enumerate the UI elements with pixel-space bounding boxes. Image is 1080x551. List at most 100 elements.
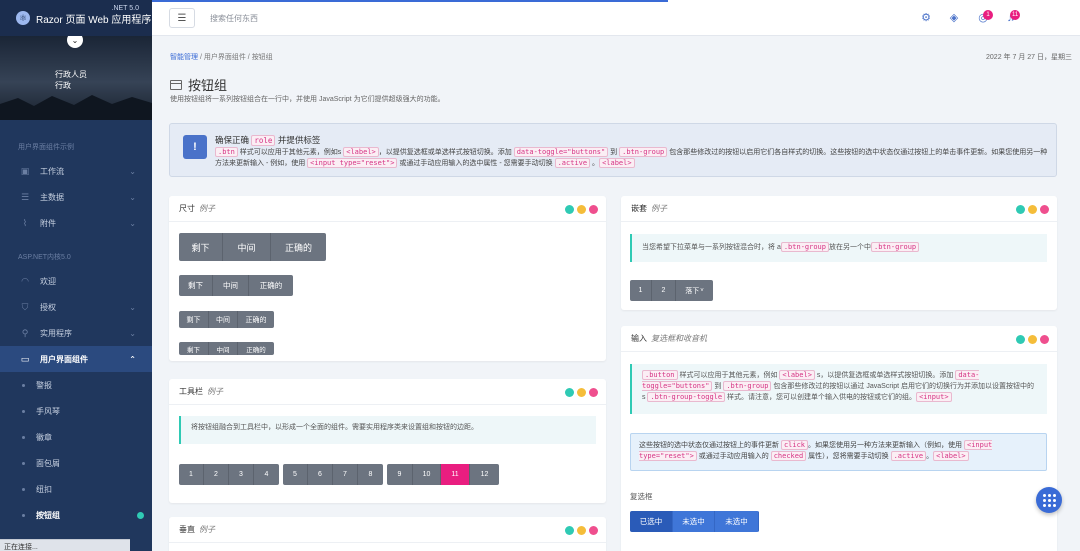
left-button[interactable]: 剩下 xyxy=(179,233,223,261)
sidebar-subitem-alerts[interactable]: 警报 xyxy=(0,372,152,398)
middle-button[interactable]: 中间 xyxy=(209,311,238,328)
sidebar-subitem-buttons[interactable]: 纽扣 xyxy=(0,476,152,502)
search-input[interactable] xyxy=(210,9,430,27)
toolbar-button-11-active[interactable]: 11 xyxy=(441,464,470,485)
text-segment: 这些按钮的选中状态仅通过按钮上的事件更新 xyxy=(639,442,781,449)
sidebar: ⚛ Razor 页面 Web 应用程序 .NET 5.0 ⌄ 行政人员 行政 用… xyxy=(0,0,152,551)
sidebar-subitem-accordion[interactable]: 手风琴 xyxy=(0,398,152,424)
inline-code: click xyxy=(780,440,809,450)
close-control[interactable] xyxy=(589,388,598,397)
collapse-control[interactable] xyxy=(565,388,574,397)
middle-button[interactable]: 中间 xyxy=(213,275,249,296)
toolbar-button-4[interactable]: 4 xyxy=(254,464,279,485)
app-version: .NET 5.0 xyxy=(111,5,140,12)
sidebar-item-utilities[interactable]: ⚲ 实用程序 ⌄ xyxy=(0,320,152,346)
inline-code: .active xyxy=(890,451,927,461)
sidebar-item-ui-components[interactable]: ▭ 用户界面组件 ⌃ xyxy=(0,346,152,372)
breadcrumb-link-smart-admin[interactable]: 智能管理 xyxy=(170,54,198,61)
breadcrumb-link-ui-components[interactable]: 用户界面组件 xyxy=(204,54,246,61)
checkbox-unchecked-button[interactable]: 未选中 xyxy=(673,511,715,532)
sidebar-item-attachments[interactable]: ⌇ 附件 ⌄ xyxy=(0,210,152,236)
paperclip-icon: ⌇ xyxy=(22,217,28,228)
sidebar-subitem-badges[interactable]: 徽章 xyxy=(0,424,152,450)
toolbar-button-1[interactable]: 1 xyxy=(179,464,204,485)
fullscreen-control[interactable] xyxy=(577,388,586,397)
close-control[interactable] xyxy=(1040,205,1049,214)
shield-icon: ⛉ xyxy=(21,301,29,312)
profile-toggle-chevron-icon[interactable]: ⌄ xyxy=(67,36,83,48)
toolbar-button-6[interactable]: 6 xyxy=(308,464,333,485)
info-title: 确保正确 role 并提供标签 xyxy=(215,134,320,146)
breadcrumb-current: 按钮组 xyxy=(251,54,273,61)
inline-code: .btn xyxy=(215,147,238,157)
toolbar-button-3[interactable]: 3 xyxy=(229,464,254,485)
checkbox-unchecked-button[interactable]: 未选中 xyxy=(715,511,759,532)
nested-button-2[interactable]: 2 xyxy=(652,280,676,301)
card-sizes: 尺寸 例子 剩下 中间 正确的 剩下 中间 正确的 剩下 中间 正确的 剩下 中… xyxy=(169,196,606,361)
cube-icon[interactable]: ◈ xyxy=(947,11,961,25)
app-launcher-button[interactable] xyxy=(1036,487,1062,513)
toolbar-button-2[interactable]: 2 xyxy=(204,464,229,485)
toolbar-group-2: 5 6 7 8 xyxy=(283,464,383,485)
user-role: 行政 xyxy=(55,81,71,90)
chevron-down-icon: ⌄ xyxy=(129,328,136,338)
dropdown-label: 落下 xyxy=(685,287,700,295)
card-header: 嵌套 例子 xyxy=(621,196,1057,222)
app-brand[interactable]: ⚛ Razor 页面 Web 应用程序 .NET 5.0 xyxy=(0,0,152,36)
close-control[interactable] xyxy=(1040,335,1049,344)
inline-code: <label> xyxy=(933,451,969,461)
card-header: 输入 复选框和收音机 xyxy=(621,326,1057,352)
fullscreen-control[interactable] xyxy=(577,526,586,535)
toolbar-button-12[interactable]: 12 xyxy=(470,464,499,485)
fullscreen-control[interactable] xyxy=(1028,205,1037,214)
card-toolbar: 工具栏 例子 将按钮组融合到工具栏中，以形成一个全面的组件。需要实用程序类来设置… xyxy=(169,379,606,503)
fullscreen-control[interactable] xyxy=(577,205,586,214)
card-window-controls xyxy=(562,388,598,397)
dropdown-button[interactable]: 落下 ˅ xyxy=(676,280,713,301)
card-window-controls xyxy=(1013,335,1049,344)
checkbox-checked-button[interactable]: 已选中 xyxy=(630,511,673,532)
main-content: 智能管理 / 用户界面组件 / 按钮组 2022 年 7 月 27 日，星期三 … xyxy=(152,37,1080,551)
left-button[interactable]: 剩下 xyxy=(179,342,209,355)
sidebar-subitem-button-group[interactable]: 按钮组 xyxy=(0,502,152,528)
close-control[interactable] xyxy=(589,205,598,214)
menu-toggle-button[interactable]: ☰ xyxy=(169,8,195,28)
right-button[interactable]: 正确的 xyxy=(238,311,274,328)
close-control[interactable] xyxy=(589,526,598,535)
text-segment: 或通过手动应用输入的选中属性 - 您需要手动切换 xyxy=(397,160,555,167)
toolbar-button-5[interactable]: 5 xyxy=(283,464,308,485)
card-nesting: 嵌套 例子 当您希望下拉菜单与一系列按钮混合时，将 a .btn-group 放在另… xyxy=(621,196,1057,310)
fullscreen-control[interactable] xyxy=(1028,335,1037,344)
checkbox-button-group: 已选中 未选中 未选中 xyxy=(630,511,759,532)
gear-icon[interactable]: ⚙ xyxy=(919,11,933,25)
collapse-control[interactable] xyxy=(565,526,574,535)
toolbar-button-10[interactable]: 10 xyxy=(413,464,441,485)
sidebar-subitem-label: 按钮组 xyxy=(36,510,60,520)
collapse-control[interactable] xyxy=(565,205,574,214)
mountain-background xyxy=(0,95,152,120)
left-button[interactable]: 剩下 xyxy=(179,275,213,296)
right-button[interactable]: 正确的 xyxy=(249,275,293,296)
right-button[interactable]: 正确的 xyxy=(238,342,274,355)
collapse-control[interactable] xyxy=(1016,205,1025,214)
middle-button[interactable]: 中间 xyxy=(223,233,271,261)
left-button[interactable]: 剩下 xyxy=(179,311,209,328)
sidebar-item-welcome[interactable]: ◠ 欢迎 xyxy=(0,268,152,294)
right-button[interactable]: 正确的 xyxy=(271,233,326,261)
chevron-down-icon: ⌄ xyxy=(129,302,136,312)
sidebar-item-workflow[interactable]: ▣ 工作流 ⌄ xyxy=(0,158,152,184)
toolbar-button-8[interactable]: 8 xyxy=(358,464,383,485)
toolbar-button-9[interactable]: 9 xyxy=(387,464,413,485)
page-description: 使用按钮组将一系列按钮组合在一行中，并使用 JavaScript 为它们提供超级… xyxy=(170,96,445,103)
middle-button[interactable]: 中间 xyxy=(209,342,238,355)
text-segment: 样式可以应用于其他元素，例如 xyxy=(677,372,780,379)
card-window-controls xyxy=(1013,205,1049,214)
page-title-text: 按钮组 xyxy=(188,78,228,93)
sidebar-item-authorization[interactable]: ⛉ 授权 ⌄ xyxy=(0,294,152,320)
collapse-control[interactable] xyxy=(1016,335,1025,344)
sidebar-subitem-breadcrumbs[interactable]: 面包屑 xyxy=(0,450,152,476)
nested-button-1[interactable]: 1 xyxy=(630,280,652,301)
sidebar-item-master-data[interactable]: ☰ 主数据 ⌄ xyxy=(0,184,152,210)
toolbar-button-7[interactable]: 7 xyxy=(333,464,358,485)
card-window-controls xyxy=(562,526,598,535)
